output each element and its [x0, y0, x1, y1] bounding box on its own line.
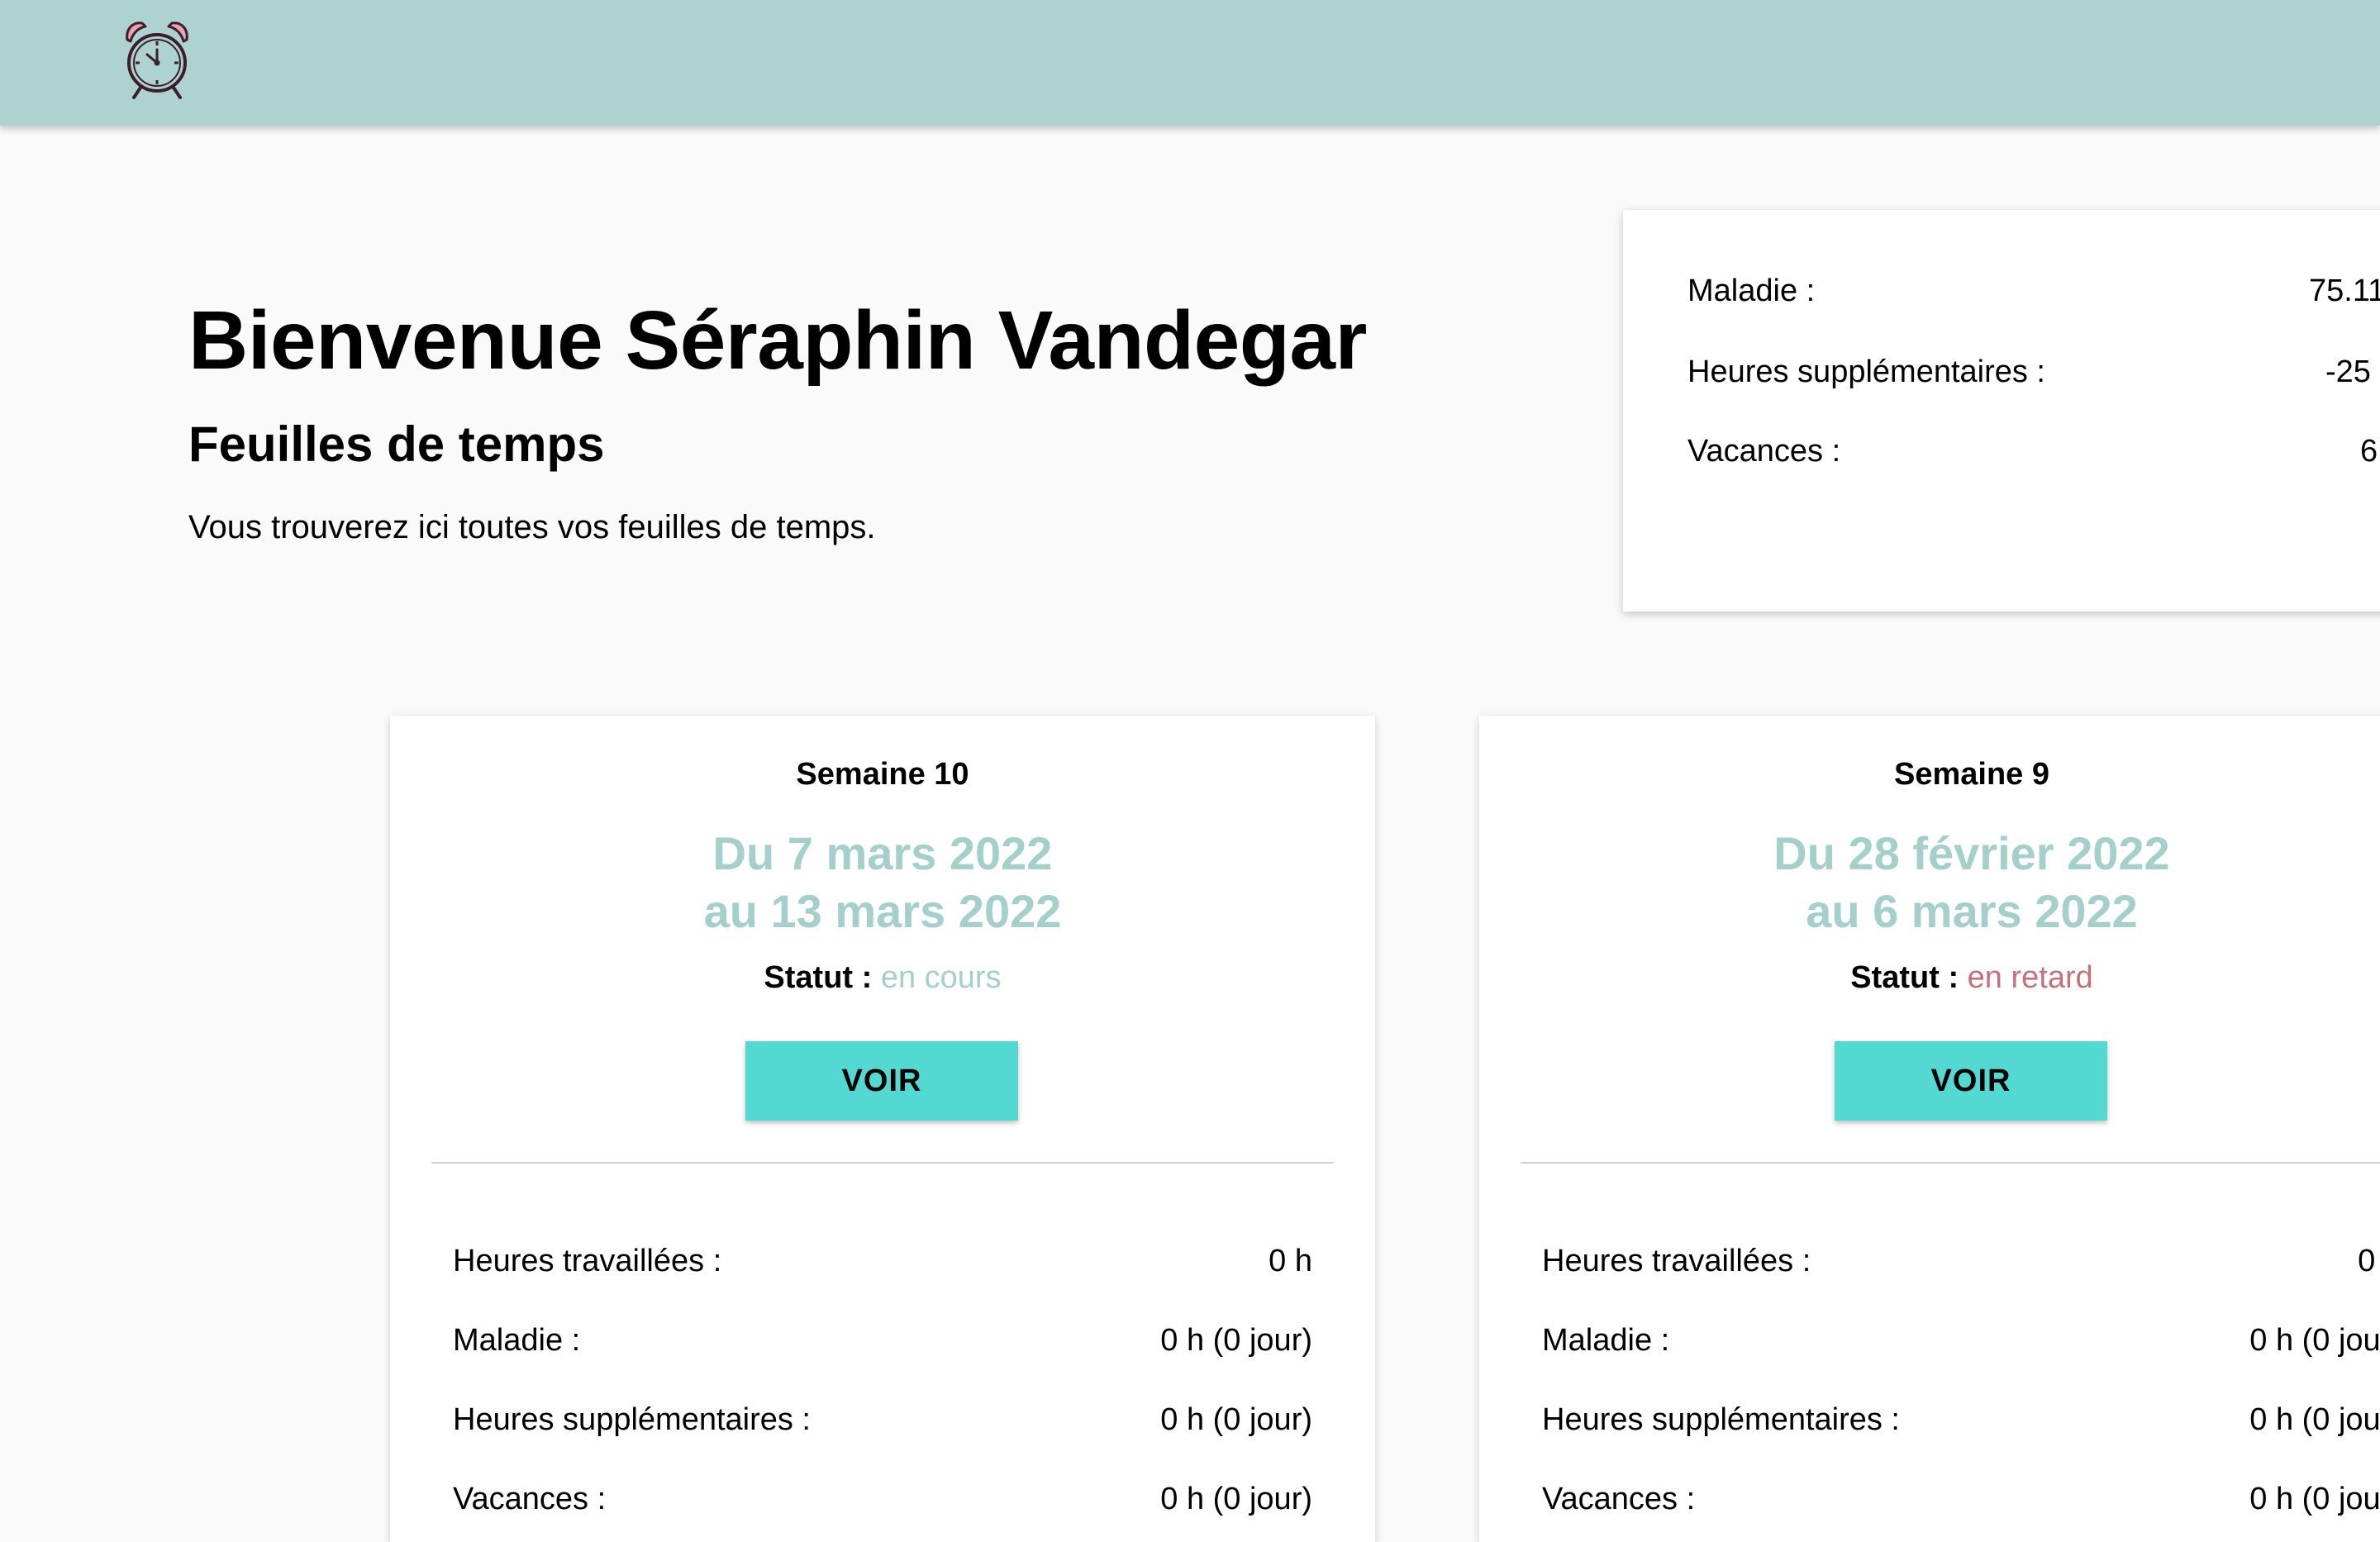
- top-bar: [0, 0, 2380, 126]
- date-from: Du 28 février 2022: [1773, 827, 2170, 879]
- summary-value: -25 h: [2325, 355, 2380, 389]
- week-title: Semaine 9: [1894, 757, 2049, 792]
- divider: [1521, 1162, 2380, 1164]
- row-value: 0 h (0 jour): [2249, 1323, 2380, 1358]
- page-title: Bienvenue Séraphin Vandegar: [188, 294, 1367, 387]
- row-value: 0 h (0 jour): [1160, 1402, 1312, 1437]
- row-value: 0 h (0 jour): [1160, 1482, 1312, 1516]
- summary-label: Maladie :: [1687, 274, 1816, 308]
- row-sick: Maladie : 0 h (0 jour): [1542, 1317, 2380, 1364]
- row-value: 0 h (0 jour): [2249, 1402, 2380, 1437]
- status-label: Statut :: [1850, 960, 1959, 995]
- date-to: au 13 mars 2022: [703, 885, 1062, 937]
- row-value: 0 h (0 jour): [1160, 1323, 1312, 1358]
- summary-label: Vacances :: [1687, 434, 1841, 469]
- timesheet-card: Semaine 9 Du 28 février 2022 au 6 mars 2…: [1479, 716, 2380, 1542]
- divider: [431, 1162, 1334, 1164]
- week-status: Statut : en cours: [390, 957, 1375, 998]
- intro-text: Vous trouverez ici toutes vos feuilles d…: [188, 509, 876, 545]
- week-status: Statut : en retard: [1479, 957, 2380, 998]
- status-label: Statut :: [764, 960, 873, 995]
- week-dates: Du 28 février 2022 au 6 mars 2022: [1479, 825, 2380, 940]
- summary-row-vacation: Vacances : 6.114: [1687, 428, 2380, 474]
- week-title: Semaine 10: [796, 757, 969, 792]
- row-value: 0 h: [2358, 1244, 2380, 1278]
- row-label: Vacances :: [453, 1482, 607, 1516]
- row-label: Heures supplémentaires :: [1542, 1402, 1900, 1437]
- summary-card: Maladie : 75.114 h ( Heures supplémentai…: [1623, 210, 2380, 612]
- view-button[interactable]: VOIR: [745, 1041, 1018, 1121]
- section-title: Feuilles de temps: [188, 416, 605, 472]
- row-vacation: Vacances : 0 h (0 jour): [453, 1476, 1312, 1522]
- row-overtime: Heures supplémentaires : 0 h (0 jour): [453, 1397, 1312, 1443]
- row-worked-hours: Heures travaillées : 0 h: [453, 1238, 1312, 1284]
- row-label: Maladie :: [453, 1323, 581, 1358]
- row-label: Maladie :: [1542, 1323, 1670, 1358]
- status-value: en cours: [880, 960, 1002, 995]
- status-value: en retard: [1967, 960, 2093, 995]
- row-label: Heures supplémentaires :: [453, 1402, 811, 1437]
- date-from: Du 7 mars 2022: [712, 827, 1053, 879]
- week-dates: Du 7 mars 2022 au 13 mars 2022: [390, 825, 1375, 940]
- row-vacation: Vacances : 0 h (0 jour): [1542, 1476, 2380, 1522]
- alarm-clock-icon[interactable]: [122, 18, 192, 101]
- summary-row-sick: Maladie : 75.114 h (: [1687, 268, 2380, 314]
- timesheet-card: Semaine 10 Du 7 mars 2022 au 13 mars 202…: [390, 716, 1375, 1542]
- row-label: Heures travaillées :: [453, 1244, 722, 1278]
- summary-value: 6.114: [2360, 434, 2380, 469]
- summary-value: 75.114 h (: [2309, 274, 2380, 308]
- row-value: 0 h (0 jour): [2249, 1482, 2380, 1516]
- row-label: Heures travaillées :: [1542, 1244, 1811, 1278]
- date-to: au 6 mars 2022: [1806, 885, 2138, 937]
- summary-label: Heures supplémentaires :: [1687, 355, 2045, 389]
- row-sick: Maladie : 0 h (0 jour): [453, 1317, 1312, 1364]
- row-label: Vacances :: [1542, 1482, 1696, 1516]
- row-worked-hours: Heures travaillées : 0 h: [1542, 1238, 2380, 1284]
- summary-row-overtime: Heures supplémentaires : -25 h: [1687, 349, 2380, 395]
- row-value: 0 h: [1269, 1244, 1312, 1278]
- row-overtime: Heures supplémentaires : 0 h (0 jour): [1542, 1397, 2380, 1443]
- view-button[interactable]: VOIR: [1835, 1041, 2107, 1121]
